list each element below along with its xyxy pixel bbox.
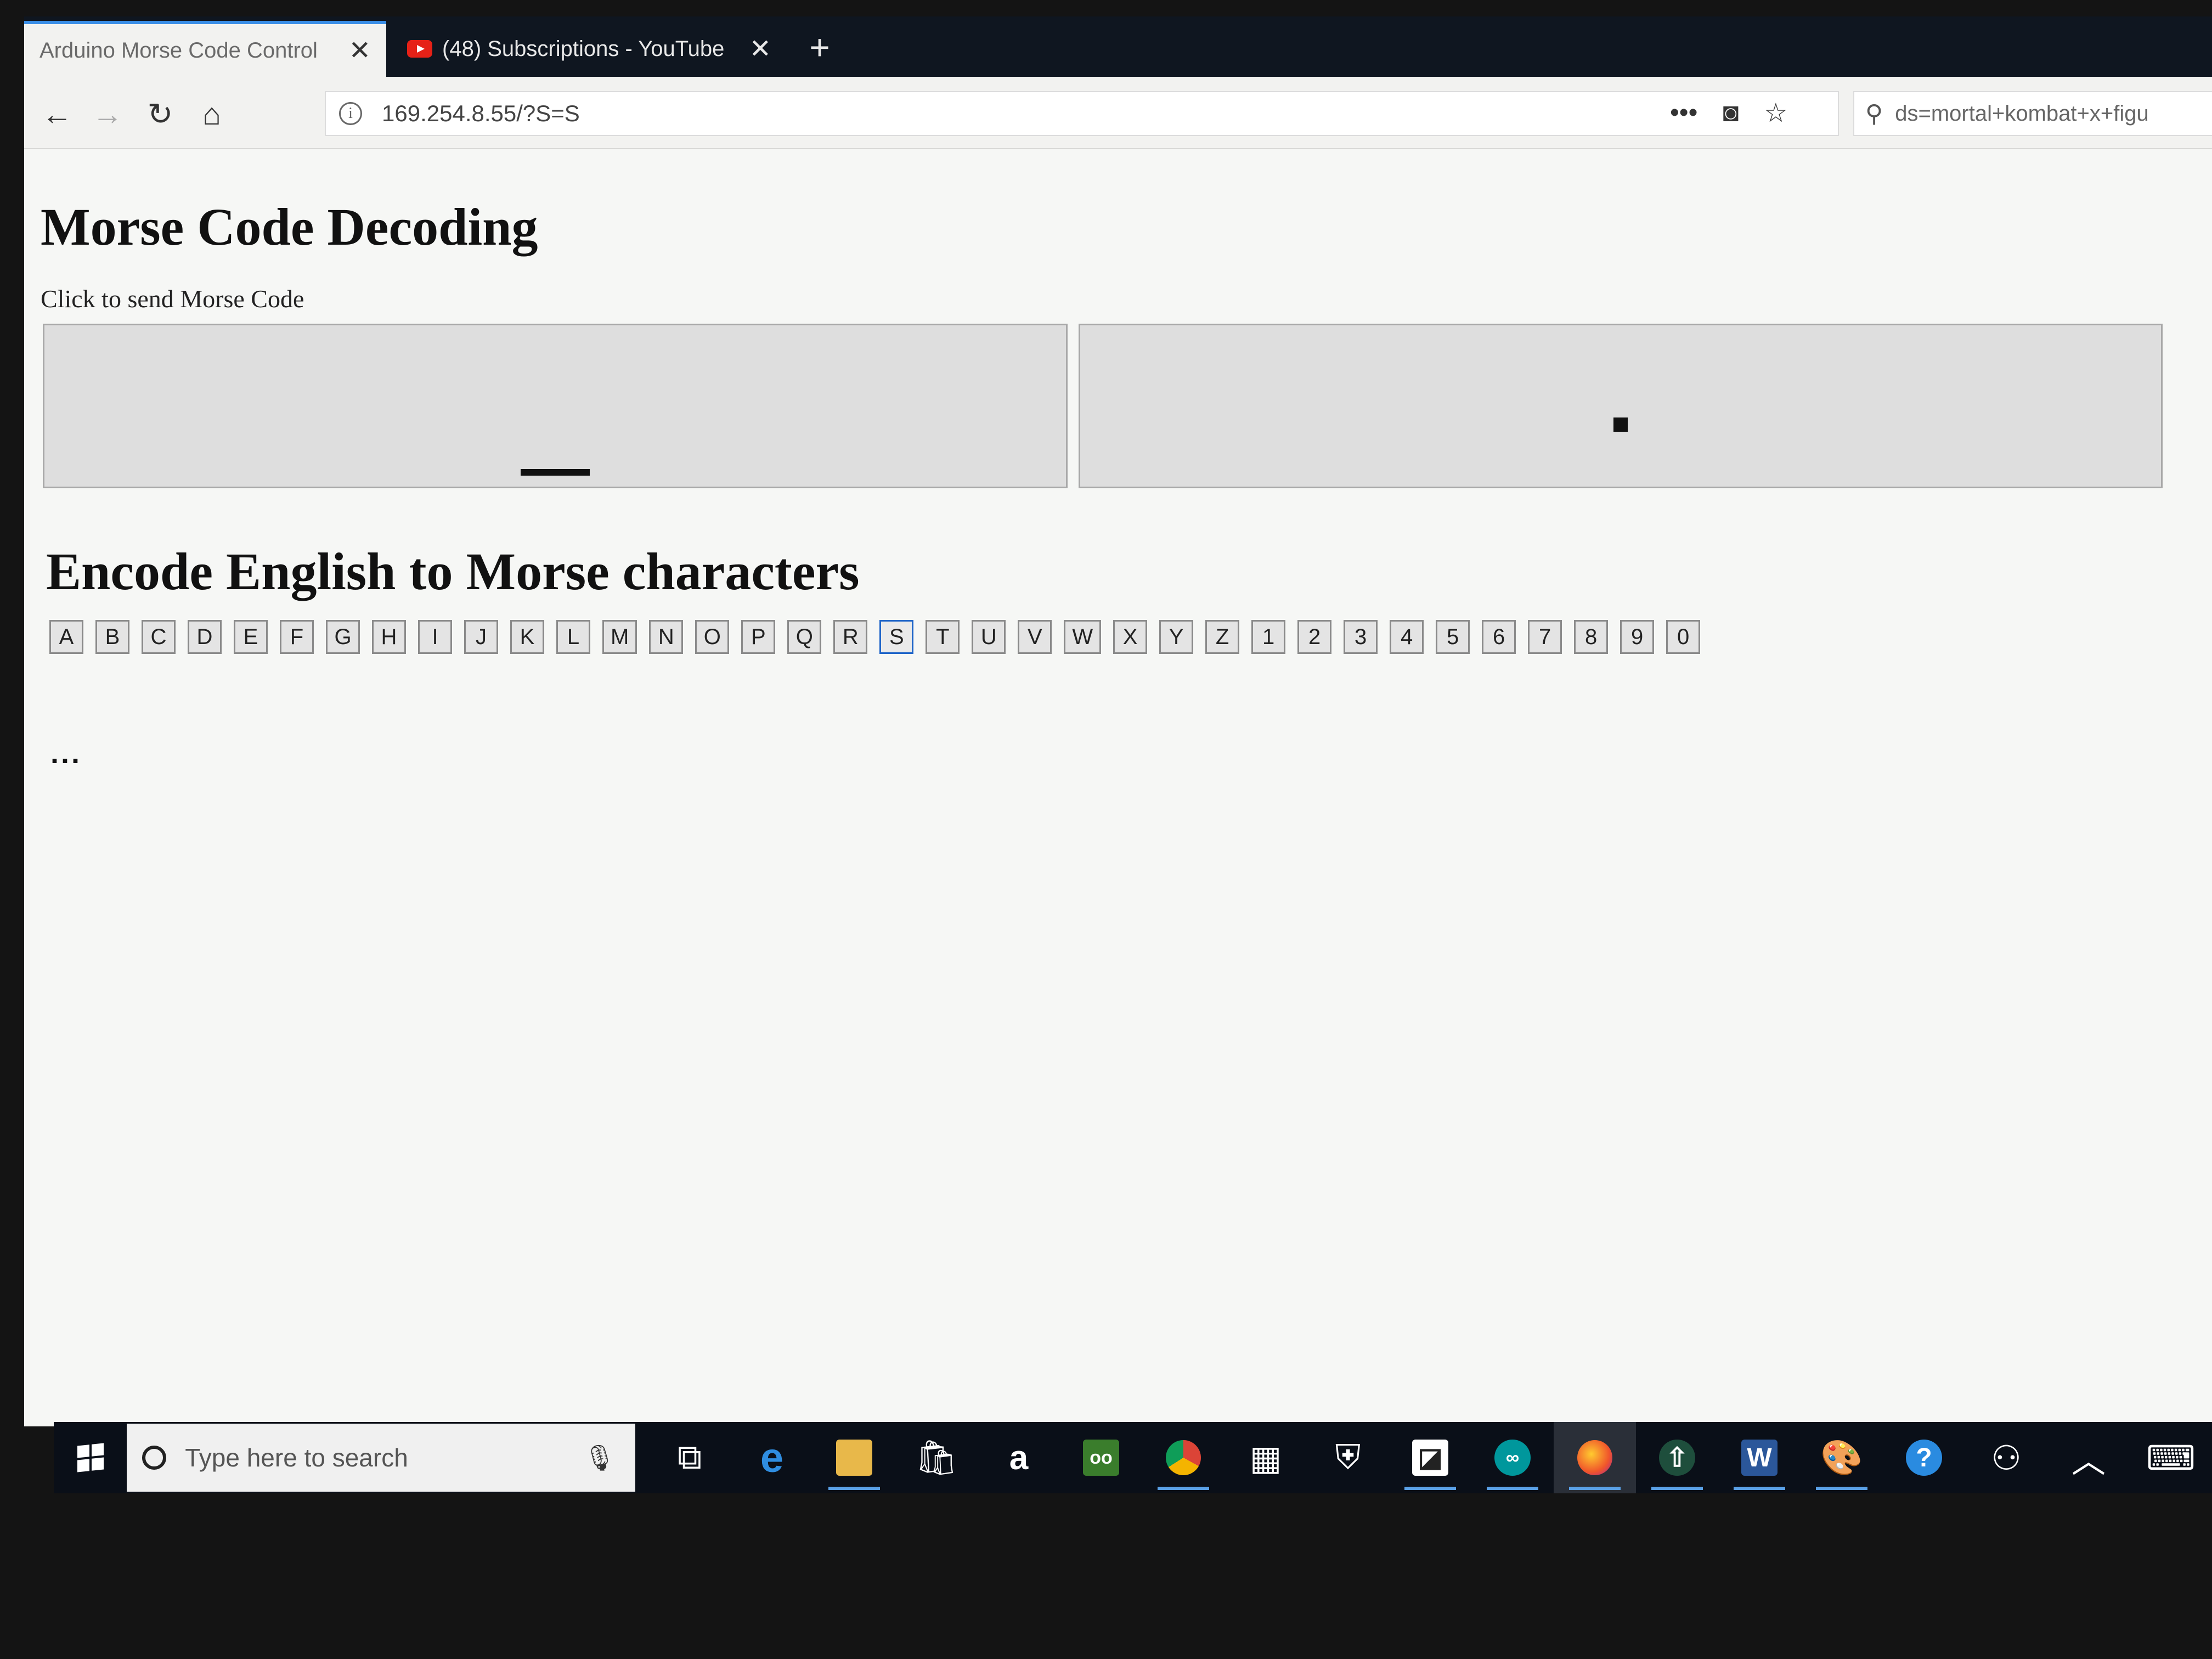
key-button-h[interactable]: H [372,620,406,654]
keyboard-icon[interactable]: ⌨ [2130,1422,2212,1493]
key-button-o[interactable]: O [695,620,730,654]
microphone-icon[interactable]: 🎙 [584,1443,616,1473]
photos-icon[interactable]: ▦ [1224,1422,1307,1493]
page-actions: ••• ◙ ☆ [1670,98,1787,128]
key-button-n[interactable]: N [649,620,684,654]
page-content: Morse Code Decoding Click to send Morse … [24,149,2212,1426]
key-button-q[interactable]: Q [787,620,822,654]
dot-button[interactable] [1079,324,2163,488]
search-bar[interactable]: ⚲ ds=mortal+kombat+x+figu [1853,91,2212,136]
search-icon: ⚲ [1865,100,1883,127]
defender-icon[interactable]: ⛨ [1307,1422,1389,1493]
key-button-b[interactable]: B [95,620,129,654]
key-button-t[interactable]: T [926,620,960,654]
taskbar-search-box[interactable]: Type here to search 🎙 [127,1424,635,1492]
tab-arduino-morse[interactable]: Arduino Morse Code Control ✕ [24,21,386,77]
tab-title: Arduino Morse Code Control [40,38,318,63]
sticky-notes-icon[interactable]: ◪ [1389,1422,1471,1493]
edge-icon[interactable]: e [731,1422,813,1493]
key-button-r[interactable]: R [833,620,868,654]
search-placeholder: Type here to search [185,1443,408,1472]
more-actions-icon[interactable]: ••• [1670,98,1697,128]
tripadvisor-icon[interactable]: oo [1060,1422,1142,1493]
click-instructions: Click to send Morse Code [41,285,304,313]
reload-icon[interactable]: ↻ [138,92,182,136]
close-tab-icon[interactable]: ✕ [749,33,771,64]
word-icon[interactable]: W [1718,1422,1801,1493]
encode-title: Encode English to Morse characters [46,542,860,601]
dash-button[interactable] [43,324,1068,488]
key-button-4[interactable]: 4 [1390,620,1424,654]
forward-arrow-icon[interactable]: → [86,92,129,136]
back-arrow-icon[interactable]: ← [35,92,79,136]
key-button-v[interactable]: V [1018,620,1052,654]
paint-3d-icon[interactable]: 🎨 [1801,1422,1883,1493]
help-icon[interactable]: ? [1883,1422,1965,1493]
morse-output: ... [50,737,82,770]
key-button-e[interactable]: E [234,620,268,654]
start-button[interactable] [54,1422,127,1493]
key-button-p[interactable]: P [741,620,776,654]
search-query: ds=mortal+kombat+x+figu [1895,101,2149,126]
amazon-icon[interactable]: a [978,1422,1060,1493]
people-icon[interactable]: ⚇ [1965,1422,2047,1493]
key-button-w[interactable]: W [1064,620,1102,654]
page-title: Morse Code Decoding [41,198,538,256]
key-button-1[interactable]: 1 [1251,620,1286,654]
key-button-s[interactable]: S [879,620,914,654]
key-button-9[interactable]: 9 [1620,620,1655,654]
key-button-u[interactable]: U [972,620,1006,654]
windows-icon [77,1443,104,1472]
key-button-0[interactable]: 0 [1666,620,1701,654]
key-button-x[interactable]: X [1113,620,1148,654]
tab-youtube[interactable]: (48) Subscriptions - YouTube ✕ [392,21,787,77]
key-button-d[interactable]: D [188,620,222,654]
tab-bar: Arduino Morse Code Control ✕ (48) Subscr… [24,16,2212,77]
task-view-icon[interactable]: ⧉ [648,1422,731,1493]
chrome-icon[interactable] [1142,1422,1224,1493]
firefox-icon[interactable] [1554,1422,1636,1493]
youtube-icon [407,40,432,58]
key-button-j[interactable]: J [464,620,498,654]
taskbar-apps: ⧉ e 🛍 a oo ▦ ⛨ ◪ ∞ ⇧ W 🎨 ? ⚇ ︿ ⌨ [648,1422,2212,1493]
cortana-icon [142,1446,167,1470]
key-button-f[interactable]: F [280,620,314,654]
close-tab-icon[interactable]: ✕ [349,35,371,66]
new-tab-button[interactable]: + [792,21,847,77]
key-button-i[interactable]: I [418,620,452,654]
taskbar: Type here to search 🎙 ⧉ e 🛍 a oo ▦ ⛨ ◪ ∞… [54,1422,2212,1493]
file-explorer-icon[interactable] [813,1422,895,1493]
key-button-g[interactable]: G [326,620,360,654]
address-bar[interactable]: i 169.254.8.55/?S=S [325,91,1839,136]
dash-symbol [521,469,590,476]
character-keys: ABCDEFGHIJKLMNOPQRSTUVWXYZ1234567890 [49,620,1701,654]
tab-title: (48) Subscriptions - YouTube [442,36,725,61]
key-button-l[interactable]: L [556,620,590,654]
key-button-a[interactable]: A [49,620,83,654]
home-icon[interactable]: ⌂ [190,92,234,136]
key-button-m[interactable]: M [602,620,637,654]
navigation-toolbar: ← → ↻ ⌂ i 169.254.8.55/?S=S ••• ◙ ☆ ⚲ ds… [24,77,2212,149]
key-button-c[interactable]: C [142,620,176,654]
pocket-icon[interactable]: ◙ [1723,98,1739,128]
tray-chevron-icon[interactable]: ︿ [2047,1422,2130,1493]
arduino-icon[interactable]: ∞ [1471,1422,1554,1493]
key-button-3[interactable]: 3 [1344,620,1378,654]
key-button-2[interactable]: 2 [1297,620,1332,654]
key-button-6[interactable]: 6 [1482,620,1516,654]
dot-symbol [1613,417,1628,432]
sync-app-icon[interactable]: ⇧ [1636,1422,1718,1493]
key-button-8[interactable]: 8 [1574,620,1609,654]
key-button-k[interactable]: K [510,620,544,654]
key-button-5[interactable]: 5 [1436,620,1470,654]
info-icon[interactable]: i [339,102,362,125]
url-text: 169.254.8.55/?S=S [382,100,580,126]
browser-window: Arduino Morse Code Control ✕ (48) Subscr… [24,16,2212,1426]
key-button-z[interactable]: Z [1205,620,1240,654]
star-icon[interactable]: ☆ [1764,98,1787,128]
key-button-y[interactable]: Y [1159,620,1194,654]
store-icon[interactable]: 🛍 [895,1422,978,1493]
key-button-7[interactable]: 7 [1528,620,1562,654]
